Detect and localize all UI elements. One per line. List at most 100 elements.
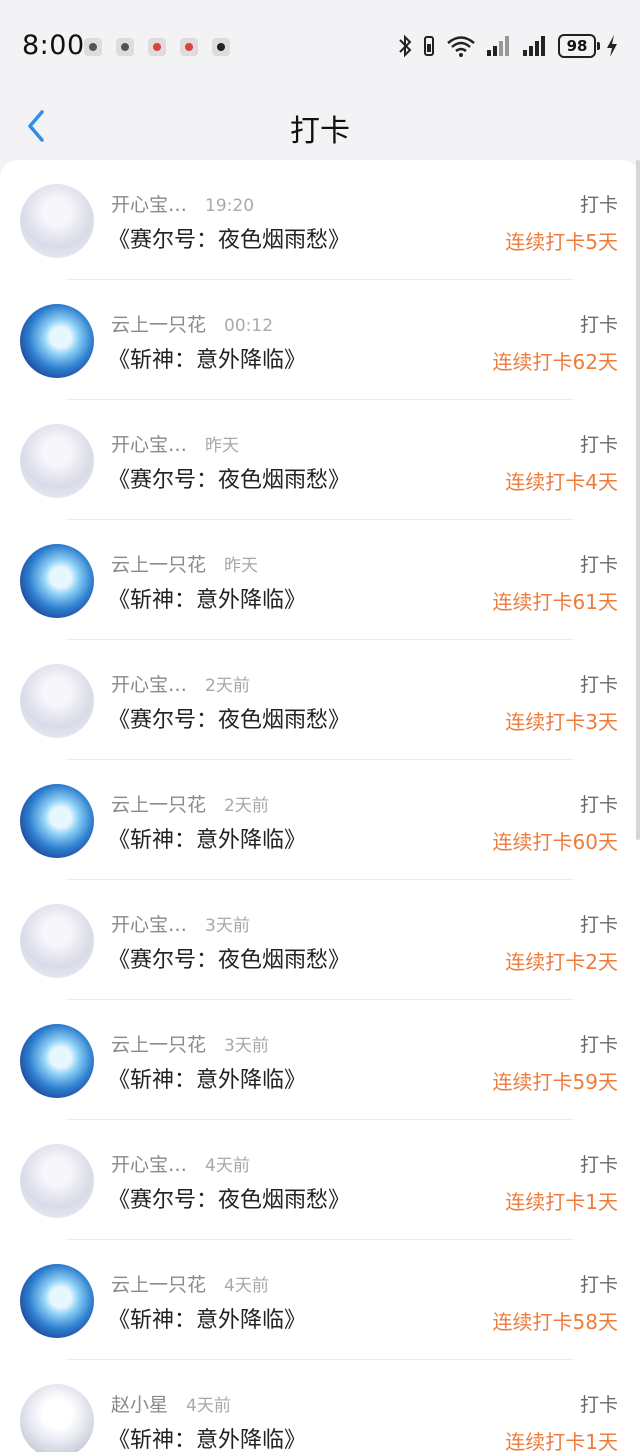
avatar	[20, 304, 94, 378]
list-item[interactable]: 云上一只花 3天前 《斩神：意外降临》 打卡 连续打卡59天	[0, 1000, 640, 1120]
action-label: 打卡	[579, 1274, 618, 1296]
app-notification-icon	[212, 38, 230, 56]
list-item[interactable]: 开心宝… 19:20 《赛尔号：夜色烟雨愁》 打卡 连续打卡5天	[0, 160, 640, 280]
post-time: 2天前	[224, 796, 269, 816]
avatar	[20, 904, 94, 978]
action-label: 打卡	[579, 674, 618, 696]
post-time: 2天前	[205, 676, 250, 696]
app-notification-icon	[180, 38, 198, 56]
charging-icon	[607, 35, 617, 57]
post-time: 昨天	[224, 556, 259, 576]
user-line: 开心宝… 昨天	[111, 430, 239, 457]
avatar	[20, 544, 94, 618]
list-item[interactable]: 开心宝… 3天前 《赛尔号：夜色烟雨愁》 打卡 连续打卡2天	[0, 880, 640, 1000]
work-title: 《赛尔号：夜色烟雨愁》	[108, 948, 351, 973]
streak-label: 连续打卡61天	[492, 590, 618, 614]
bluetooth-icon	[399, 34, 412, 58]
work-title: 《斩神：意外降临》	[108, 1308, 307, 1333]
streak-label: 连续打卡4天	[505, 470, 618, 494]
action-label: 打卡	[579, 194, 618, 216]
app-notification-icon	[148, 38, 166, 56]
username: 开心宝…	[111, 1154, 188, 1176]
streak-label: 连续打卡5天	[505, 230, 618, 254]
post-time: 19:20	[205, 196, 255, 216]
post-time: 3天前	[205, 916, 250, 936]
username: 开心宝…	[111, 194, 188, 216]
action-label: 打卡	[579, 314, 618, 336]
avatar	[20, 1024, 94, 1098]
work-title: 《斩神：意外降临》	[108, 348, 307, 373]
work-title: 《斩神：意外降临》	[108, 828, 307, 853]
checkin-list: 开心宝… 19:20 《赛尔号：夜色烟雨愁》 打卡 连续打卡5天 云上一只花 00:…	[0, 160, 640, 1452]
page-title: 打卡	[290, 114, 350, 149]
streak-label: 连续打卡1天	[505, 1430, 618, 1452]
streak-label: 连续打卡62天	[492, 350, 618, 374]
streak-label: 连续打卡58天	[492, 1310, 618, 1334]
battery-level: 98	[558, 34, 600, 58]
post-time: 3天前	[224, 1036, 269, 1056]
user-line: 开心宝… 2天前	[111, 670, 250, 697]
username: 云上一只花	[111, 1274, 207, 1296]
app-notification-icon	[116, 38, 134, 56]
work-title: 《斩神：意外降临》	[108, 588, 307, 613]
streak-label: 连续打卡1天	[505, 1190, 618, 1214]
avatar	[20, 1264, 94, 1338]
nav-bar: 打卡	[0, 92, 640, 160]
username: 云上一只花	[111, 554, 207, 576]
list-item[interactable]: 云上一只花 昨天 《斩神：意外降临》 打卡 连续打卡61天	[0, 520, 640, 640]
user-line: 云上一只花 4天前	[111, 1270, 269, 1297]
username: 云上一只花	[111, 794, 207, 816]
user-line: 赵小星 4天前	[111, 1390, 231, 1417]
app-notification-icon	[84, 38, 102, 56]
action-label: 打卡	[579, 914, 618, 936]
system-icons: 98	[398, 34, 618, 58]
action-label: 打卡	[579, 1034, 618, 1056]
list-item[interactable]: 云上一只花 4天前 《斩神：意外降临》 打卡 连续打卡58天	[0, 1240, 640, 1360]
username: 开心宝…	[111, 914, 188, 936]
work-title: 《赛尔号：夜色烟雨愁》	[108, 1188, 351, 1213]
work-title: 《赛尔号：夜色烟雨愁》	[108, 468, 351, 493]
work-title: 《斩神：意外降临》	[108, 1068, 307, 1093]
streak-label: 连续打卡3天	[505, 710, 618, 734]
username: 开心宝…	[111, 674, 188, 696]
username: 开心宝…	[111, 434, 188, 456]
list-item[interactable]: 开心宝… 4天前 《赛尔号：夜色烟雨愁》 打卡 连续打卡1天	[0, 1120, 640, 1240]
status-bar: 8:00 98	[0, 0, 640, 92]
user-line: 云上一只花 3天前	[111, 1030, 269, 1057]
notification-icons	[84, 38, 230, 56]
user-line: 云上一只花 昨天	[111, 550, 258, 577]
avatar	[20, 184, 94, 258]
avatar	[20, 784, 94, 858]
work-title: 《赛尔号：夜色烟雨愁》	[108, 228, 351, 253]
username: 云上一只花	[111, 314, 207, 336]
work-title: 《斩神：意外降临》	[108, 1428, 307, 1452]
post-time: 4天前	[205, 1156, 250, 1176]
streak-label: 连续打卡59天	[492, 1070, 618, 1094]
scrollbar[interactable]	[636, 160, 640, 840]
list-item[interactable]: 云上一只花 2天前 《斩神：意外降临》 打卡 连续打卡60天	[0, 760, 640, 880]
list-item[interactable]: 开心宝… 昨天 《赛尔号：夜色烟雨愁》 打卡 连续打卡4天	[0, 400, 640, 520]
status-time: 8:00	[22, 30, 85, 61]
user-line: 云上一只花 00:12	[111, 310, 273, 337]
user-line: 开心宝… 4天前	[111, 1150, 250, 1177]
wifi-icon	[447, 36, 475, 57]
post-time: 4天前	[186, 1396, 231, 1416]
avatar	[20, 664, 94, 738]
list-item[interactable]: 开心宝… 2天前 《赛尔号：夜色烟雨愁》 打卡 连续打卡3天	[0, 640, 640, 760]
list-item[interactable]: 云上一只花 00:12 《斩神：意外降临》 打卡 连续打卡62天	[0, 280, 640, 400]
username: 云上一只花	[111, 1034, 207, 1056]
streak-label: 连续打卡2天	[505, 950, 618, 974]
user-line: 开心宝… 3天前	[111, 910, 250, 937]
avatar	[20, 1144, 94, 1218]
action-label: 打卡	[579, 434, 618, 456]
avatar	[20, 1384, 94, 1452]
list-item[interactable]: 赵小星 4天前 《斩神：意外降临》 打卡 连续打卡1天	[0, 1360, 640, 1452]
action-label: 打卡	[579, 1394, 618, 1416]
streak-label: 连续打卡60天	[492, 830, 618, 854]
post-time: 昨天	[205, 436, 240, 456]
vibrate-icon	[424, 36, 434, 56]
signal-icon	[487, 36, 509, 56]
avatar	[20, 424, 94, 498]
action-label: 打卡	[579, 794, 618, 816]
user-line: 云上一只花 2天前	[111, 790, 269, 817]
